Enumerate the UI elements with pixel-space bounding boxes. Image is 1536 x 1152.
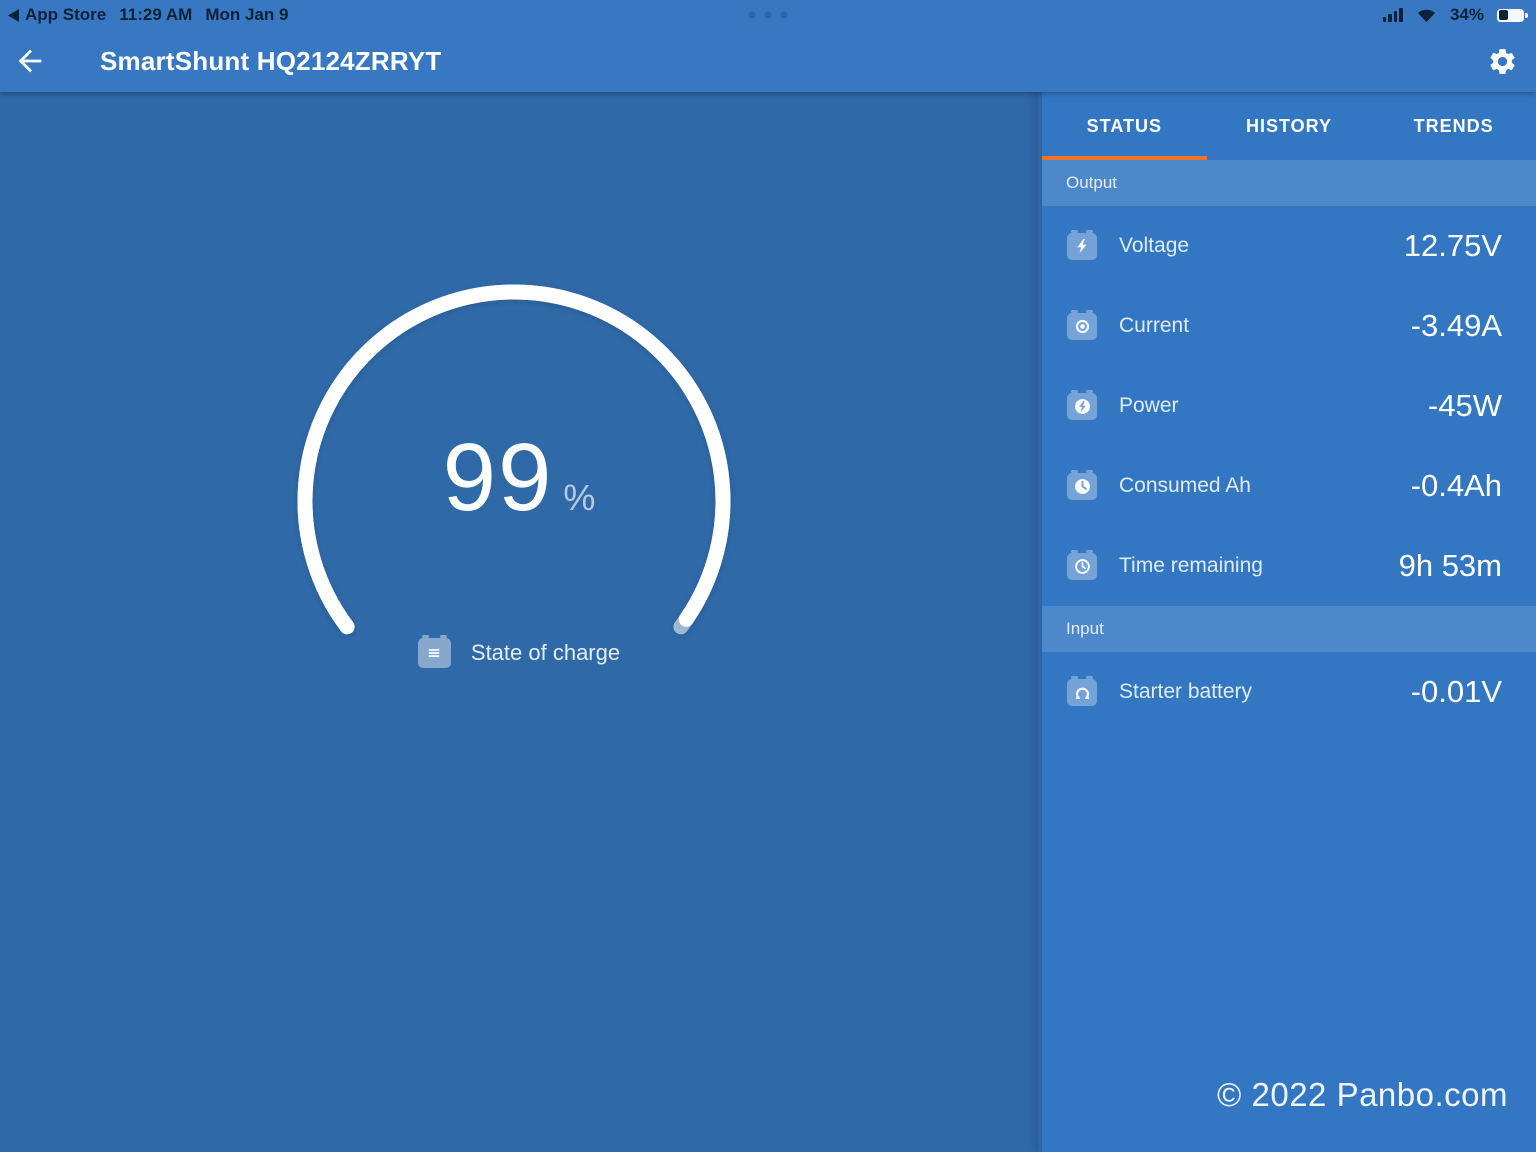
metric-label: Consumed Ah <box>1119 474 1251 498</box>
starter-battery-icon <box>1067 679 1097 706</box>
app-screen: App Store 11:29 AM Mon Jan 9 34% <box>0 0 1536 1152</box>
tab-bar: STATUS HISTORY TRENDS <box>1042 92 1536 160</box>
gauge-panel: 99% State of charge <box>0 92 1038 1152</box>
section-header-output: Output <box>1042 160 1536 206</box>
gauge-caption: State of charge <box>0 638 1038 668</box>
metric-value: -45W <box>1428 388 1502 424</box>
metric-row-power: Power -45W <box>1042 366 1536 446</box>
metric-value: -0.01V <box>1411 674 1502 710</box>
metric-row-time-remaining: Time remaining 9h 53m <box>1042 526 1536 606</box>
battery-status-icon <box>1497 9 1524 22</box>
cellular-signal-icon <box>1383 8 1403 22</box>
gear-icon <box>1487 46 1518 77</box>
arrow-left-icon <box>13 44 47 78</box>
section-header-input: Input <box>1042 606 1536 652</box>
tab-history[interactable]: HISTORY <box>1207 92 1372 160</box>
metric-value: 9h 53m <box>1399 548 1502 584</box>
tab-label: STATUS <box>1087 116 1162 137</box>
section-title: Input <box>1066 619 1104 639</box>
battery-consumed-ah-icon <box>1067 473 1097 500</box>
nav-bar: SmartShunt HQ2124ZRRYT <box>0 30 1536 92</box>
state-of-charge-icon <box>418 638 451 668</box>
status-date: Mon Jan 9 <box>205 5 288 25</box>
gauge-label: State of charge <box>471 640 620 666</box>
multitasking-dots-icon <box>749 12 788 19</box>
tab-label: TRENDS <box>1414 116 1494 137</box>
watermark: © 2022 Panbo.com <box>1217 1076 1508 1114</box>
metric-label: Voltage <box>1119 234 1189 258</box>
metric-row-voltage: Voltage 12.75V <box>1042 206 1536 286</box>
metric-row-starter-battery: Starter battery -0.01V <box>1042 652 1536 732</box>
gauge-value: 99 <box>443 424 554 531</box>
gauge-unit: % <box>563 477 595 518</box>
back-triangle-icon <box>8 9 19 22</box>
metric-row-current: Current -3.49A <box>1042 286 1536 366</box>
back-button[interactable] <box>0 44 60 78</box>
metric-value: -3.49A <box>1411 308 1502 344</box>
metric-sections: Output Voltage 12.75V Current -3.49A Power -45… <box>1042 160 1536 732</box>
metric-value: 12.75V <box>1404 228 1502 264</box>
back-to-app-indicator[interactable]: App Store <box>8 5 106 25</box>
gauge-readout: 99% <box>0 430 1038 526</box>
metric-label: Current <box>1119 314 1189 338</box>
metric-row-consumed-ah: Consumed Ah -0.4Ah <box>1042 446 1536 526</box>
battery-voltage-icon <box>1067 233 1097 260</box>
metric-label: Power <box>1119 394 1179 418</box>
settings-button[interactable] <box>1487 46 1518 77</box>
detail-panel: STATUS HISTORY TRENDS Output Voltage 12.75V C… <box>1038 92 1536 1152</box>
status-time: 11:29 AM <box>119 5 192 25</box>
metric-label: Time remaining <box>1119 554 1263 578</box>
tab-label: HISTORY <box>1246 116 1332 137</box>
battery-power-icon <box>1067 393 1097 420</box>
tab-status[interactable]: STATUS <box>1042 92 1207 160</box>
status-bar: App Store 11:29 AM Mon Jan 9 34% <box>0 0 1536 30</box>
tab-trends[interactable]: TRENDS <box>1371 92 1536 160</box>
metric-value: -0.4Ah <box>1411 468 1502 504</box>
page-title: SmartShunt HQ2124ZRRYT <box>100 46 442 77</box>
battery-percent-label: 34% <box>1450 5 1484 25</box>
wifi-icon <box>1416 8 1437 23</box>
back-to-app-label: App Store <box>25 5 106 25</box>
battery-current-icon <box>1067 313 1097 340</box>
metric-label: Starter battery <box>1119 680 1252 704</box>
battery-time-remaining-icon <box>1067 553 1097 580</box>
section-title: Output <box>1066 173 1117 193</box>
